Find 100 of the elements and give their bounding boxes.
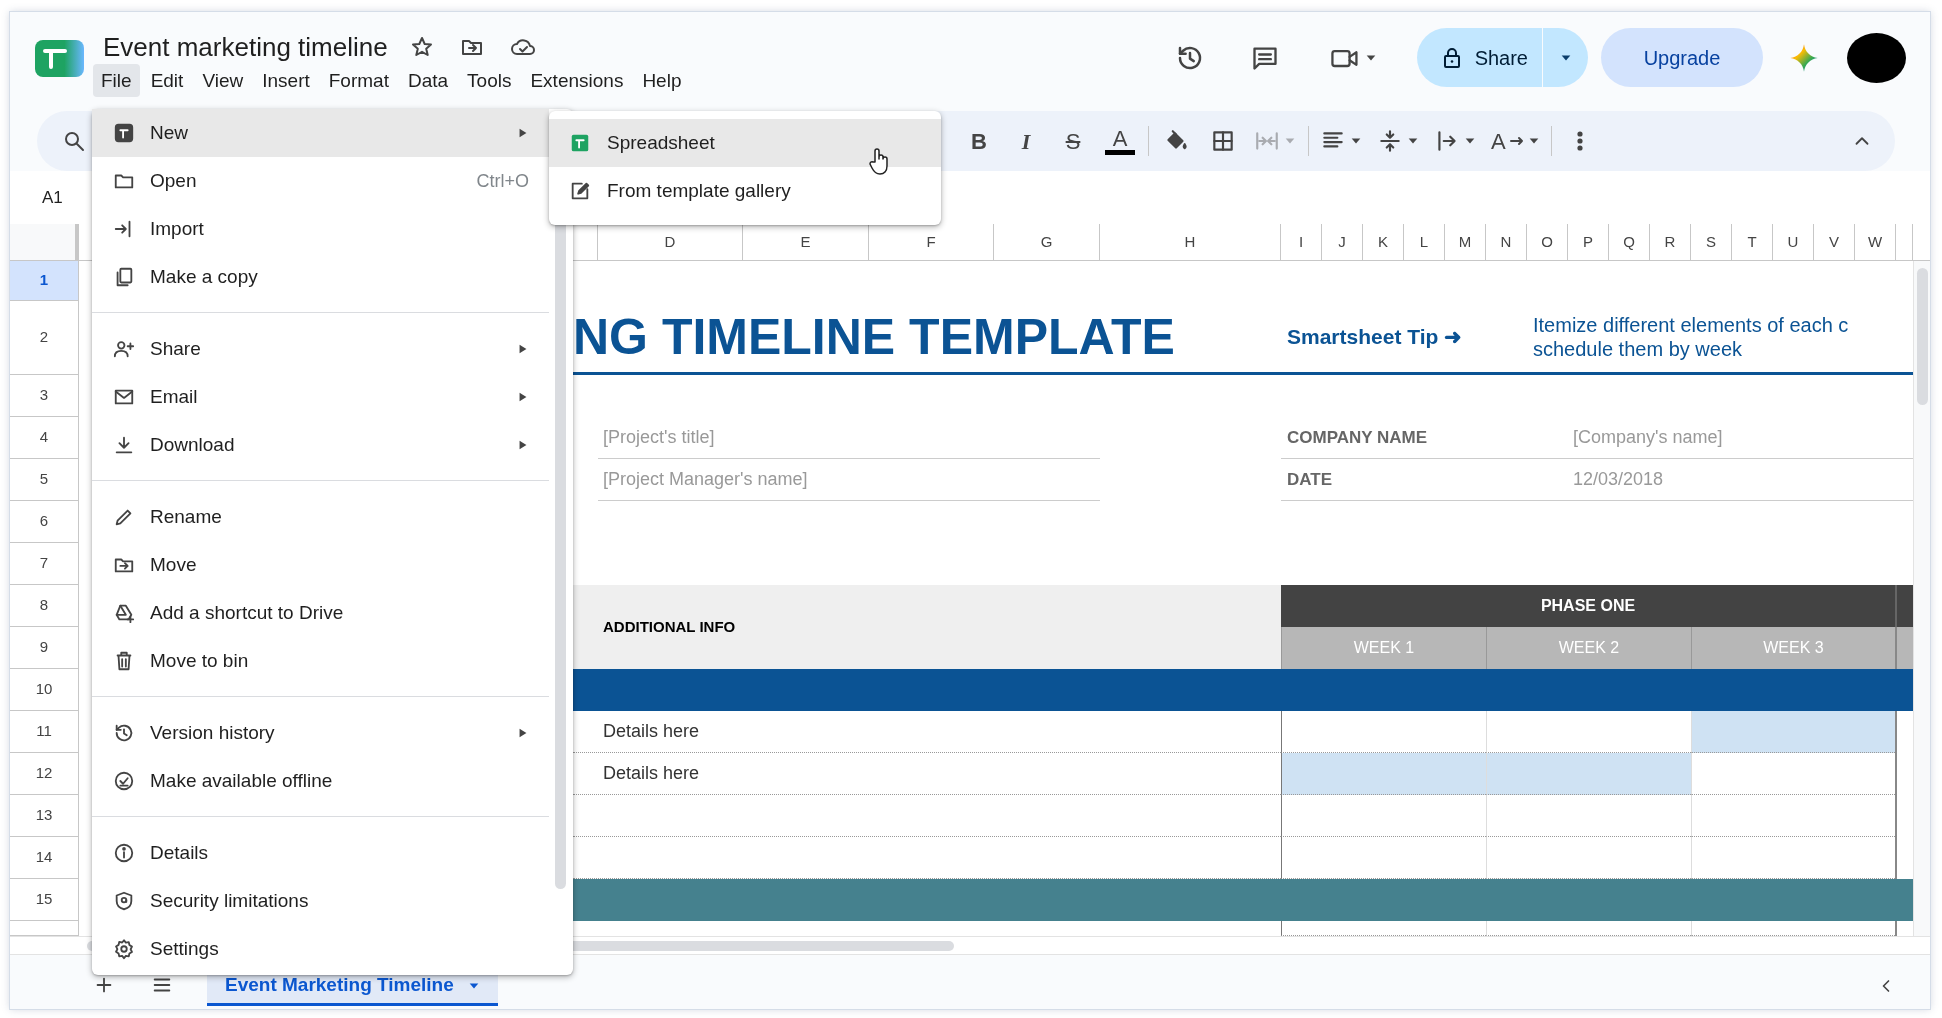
info-icon (113, 842, 135, 864)
shortcut-hint: Ctrl+O (476, 169, 529, 193)
submenu-arrow-icon (517, 126, 529, 140)
select-all-corner[interactable] (10, 224, 79, 260)
menu-item[interactable]: Add a shortcut to Drive (92, 589, 549, 637)
strikethrough-button[interactable]: S (1053, 121, 1093, 161)
menu-item[interactable]: View (194, 64, 252, 97)
row-header[interactable]: 3 (10, 375, 79, 417)
arrow-icon (1509, 136, 1524, 146)
menu-item[interactable]: Make available offline (92, 757, 549, 805)
row-header[interactable]: 1 (10, 261, 79, 301)
bold-button[interactable]: B (959, 121, 999, 161)
menu-item[interactable]: Spreadsheet (549, 119, 941, 167)
text-rotation-button[interactable]: A (1487, 121, 1544, 161)
column-header[interactable]: H (1100, 224, 1281, 260)
week-heading: WEEK 1 (1281, 627, 1486, 669)
menu-item[interactable]: Make a copy (92, 253, 549, 301)
column-header[interactable]: U (1773, 224, 1814, 260)
text-color-button[interactable]: A (1100, 121, 1140, 161)
column-header[interactable]: S (1691, 224, 1732, 260)
row-header[interactable]: 4 (10, 417, 79, 459)
scrollbar[interactable] (1917, 268, 1928, 405)
timeline-cell[interactable] (1486, 753, 1691, 795)
sheets-icon (569, 132, 591, 154)
row-header[interactable]: 12 (10, 753, 79, 795)
column-header[interactable]: L (1404, 224, 1445, 260)
menu-item[interactable]: Security limitations (92, 877, 549, 925)
menu-item[interactable]: Details (92, 829, 549, 877)
column-header[interactable]: N (1486, 224, 1527, 260)
menu-item[interactable]: Move to bin (92, 637, 549, 685)
menu-item[interactable]: From template gallery (549, 167, 941, 215)
menu-item[interactable]: Move (92, 541, 549, 589)
column-header[interactable]: T (1732, 224, 1773, 260)
menu-item[interactable]: Insert (254, 64, 318, 97)
column-heading: ADDITIONAL INFO (573, 585, 1281, 669)
field-label: COMPANY NAME (1281, 417, 1486, 459)
column-header[interactable]: R (1650, 224, 1691, 260)
sheet-title: NG TIMELINE TEMPLATE (573, 311, 1175, 362)
row-header[interactable]: 15 (10, 879, 79, 921)
column-header[interactable]: O (1527, 224, 1568, 260)
download-icon (113, 434, 135, 456)
avatar[interactable] (1847, 32, 1906, 83)
row-header[interactable]: 6 (10, 501, 79, 543)
timeline-cell[interactable] (1281, 753, 1486, 795)
column-header[interactable]: G (994, 224, 1100, 260)
column-header[interactable]: Q (1609, 224, 1650, 260)
sheets-icon (113, 122, 135, 144)
timeline-cell[interactable] (1281, 795, 1486, 837)
italic-button[interactable]: I (1006, 121, 1046, 161)
template-icon (569, 180, 591, 202)
menu-item[interactable]: Edit (142, 64, 192, 97)
timeline-cell[interactable] (1691, 711, 1895, 753)
row-header[interactable]: 13 (10, 795, 79, 837)
column-header[interactable]: J (1322, 224, 1363, 260)
menu-item[interactable]: New (92, 109, 549, 157)
menu-item[interactable]: Data (399, 64, 457, 97)
row-header[interactable]: 5 (10, 459, 79, 501)
row-header[interactable]: 7 (10, 543, 79, 585)
column-header[interactable]: M (1445, 224, 1486, 260)
row-header[interactable]: 10 (10, 669, 79, 711)
menu-item[interactable]: Open Ctrl+O (92, 157, 549, 205)
menu-item[interactable]: Extensions (522, 64, 632, 97)
tip-text: schedule them by week (1533, 336, 1742, 361)
row-header[interactable]: 9 (10, 627, 79, 669)
more-icon (1576, 131, 1583, 151)
menu-item[interactable]: Help (634, 64, 690, 97)
add-person-icon (113, 338, 135, 360)
row-header[interactable]: 11 (10, 711, 79, 753)
tip-text: Itemize different elements of each c (1533, 312, 1849, 337)
menu-item[interactable]: Version history (92, 709, 549, 757)
column-header[interactable]: I (1281, 224, 1322, 260)
row-header[interactable]: 8 (10, 585, 79, 627)
phase-heading: PHASE ONE (1281, 585, 1895, 627)
menu-item[interactable]: Rename (92, 493, 549, 541)
column-header[interactable]: P (1568, 224, 1609, 260)
header-band (1895, 627, 1913, 669)
menu-item[interactable]: Tools (459, 64, 520, 97)
column-header[interactable]: V (1814, 224, 1855, 260)
menu-item[interactable]: Email (92, 373, 549, 421)
timeline-cell[interactable] (1486, 795, 1691, 837)
star-icon[interactable] (409, 35, 434, 59)
column-header[interactable]: W (1855, 224, 1896, 260)
search-icon[interactable] (62, 129, 86, 153)
menu-item[interactable]: Import (92, 205, 549, 253)
column-header[interactable]: K (1363, 224, 1404, 260)
field-label: DATE (1281, 459, 1486, 501)
document-title[interactable]: Event marketing timeline (103, 32, 388, 62)
week-heading: WEEK 3 (1691, 627, 1895, 669)
timeline-cell[interactable] (1691, 753, 1895, 795)
menu-item[interactable]: Share (92, 325, 549, 373)
upgrade-button[interactable]: Upgrade (1601, 28, 1763, 87)
menu-item[interactable]: Format (320, 64, 397, 97)
sheets-logo[interactable] (35, 40, 84, 77)
timeline-cell[interactable] (1691, 795, 1895, 837)
menu-item[interactable]: File (93, 64, 140, 97)
row-header[interactable]: 2 (10, 301, 79, 375)
row-header[interactable]: 14 (10, 837, 79, 879)
menu-item[interactable]: Download (92, 421, 549, 469)
row-header[interactable] (10, 921, 79, 936)
name-box[interactable]: A1 (42, 184, 63, 211)
